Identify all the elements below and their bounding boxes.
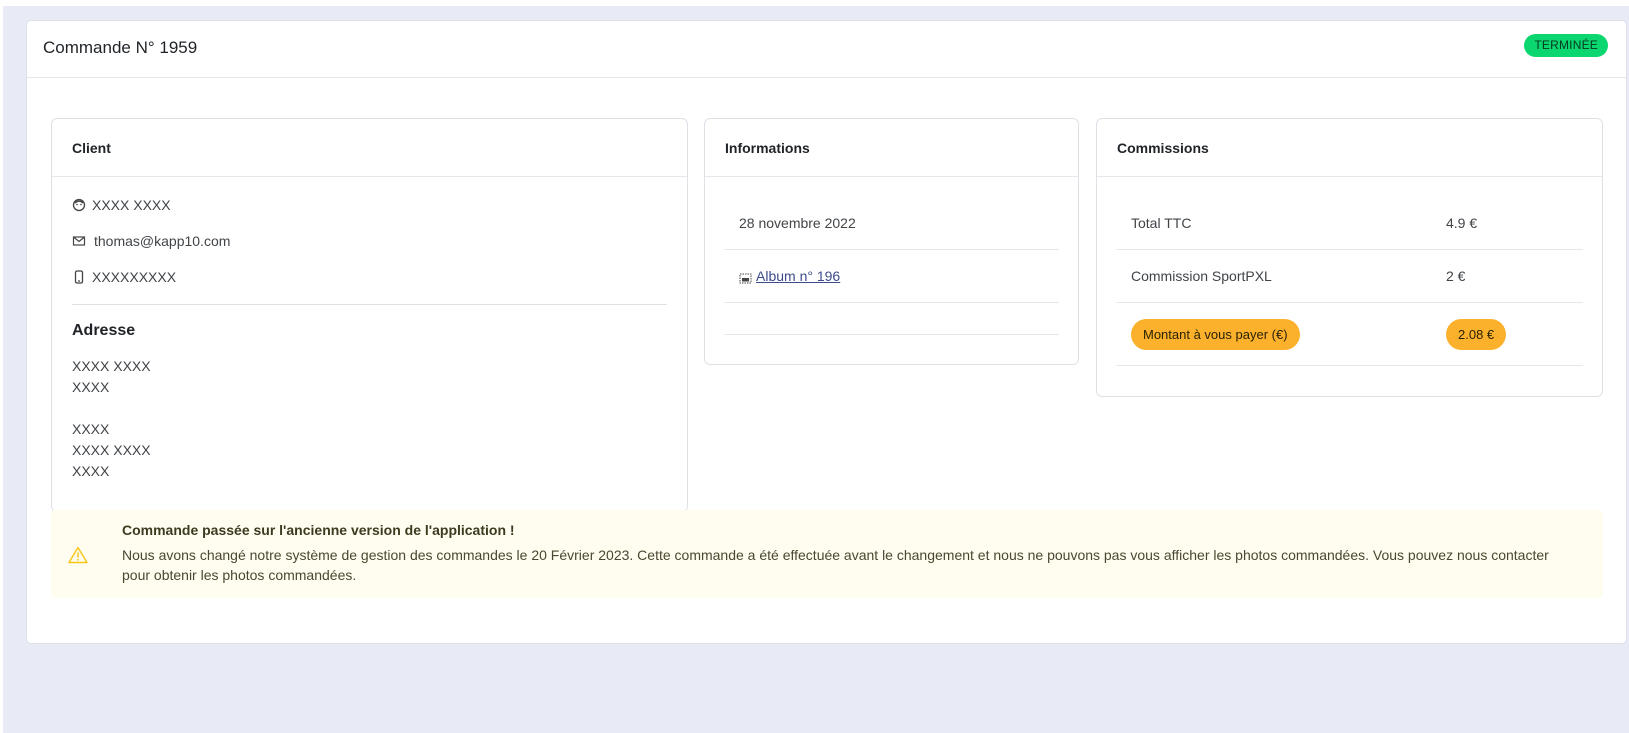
order-header: Commande N° 1959 TERMINÉE (27, 21, 1626, 78)
client-email: thomas@kapp10.com (94, 233, 231, 249)
commission-row: Total TTC 4.9 € (1116, 197, 1583, 250)
address-heading: Adresse (72, 322, 136, 339)
order-card: Commande N° 1959 TERMINÉE Client XXXX XX… (26, 20, 1627, 644)
payout-value-pill: 2.08 € (1446, 318, 1507, 350)
commission-value: 2 € (1446, 268, 1466, 284)
status-badge: TERMINÉE (1524, 34, 1608, 57)
commissions-panel: Commissions Total TTC 4.9 € Commission S… (1096, 118, 1603, 397)
address-block: XXXX XXXX XXXX XXXX XXXX XXXX XXXX (72, 356, 667, 482)
client-phone: XXXXXXXXX (92, 269, 177, 285)
address-line: XXXX XXXX (72, 358, 151, 374)
informations-panel: Informations 28 novembre 2022 Album n° 1… (704, 118, 1079, 365)
address-line: XXXX XXXX (72, 442, 151, 458)
client-phone-row: XXXXXXXXX (72, 259, 667, 295)
notice-title: Commande passée sur l'ancienne version d… (122, 522, 515, 538)
notice-text: Nous avons changé notre système de gesti… (122, 547, 1549, 583)
commission-label: Total TTC (1131, 215, 1192, 231)
page-background: Commande N° 1959 TERMINÉE Client XXXX XX… (3, 6, 1629, 733)
empty-row (724, 303, 1059, 335)
phone-icon (74, 270, 84, 284)
commissions-panel-title: Commissions (1097, 119, 1602, 177)
warning-icon (68, 546, 88, 564)
client-email-row: thomas@kapp10.com (72, 223, 667, 259)
page-title: Commande N° 1959 (43, 38, 198, 57)
mail-icon (72, 236, 86, 246)
payout-row: Montant à vous payer (€) 2.08 € (1116, 303, 1583, 366)
client-panel: Client XXXX XXXX thomas@kapp10.com XXXXX… (51, 118, 688, 512)
commission-row: Commission SportPXL 2 € (1116, 250, 1583, 303)
legacy-order-notice: Commande passée sur l'ancienne version d… (51, 510, 1603, 598)
client-name-row: XXXX XXXX (72, 187, 667, 223)
address-line: XXXX (72, 463, 110, 479)
user-face-icon (72, 198, 86, 212)
payout-label-pill: Montant à vous payer (€) (1131, 318, 1300, 350)
commission-value: 4.9 € (1446, 215, 1478, 231)
address-line: XXXX (72, 379, 110, 395)
client-name: XXXX XXXX (92, 197, 171, 213)
informations-panel-title: Informations (705, 119, 1078, 177)
album-row: Album n° 196 (724, 250, 1059, 303)
order-date: 28 novembre 2022 (739, 215, 856, 231)
image-icon (739, 273, 752, 283)
address-line: XXXX (72, 421, 110, 437)
divider (72, 304, 667, 305)
order-date-row: 28 novembre 2022 (724, 197, 1059, 250)
client-panel-title: Client (52, 119, 687, 177)
album-link[interactable]: Album n° 196 (756, 268, 840, 284)
commission-label: Commission SportPXL (1131, 268, 1272, 284)
